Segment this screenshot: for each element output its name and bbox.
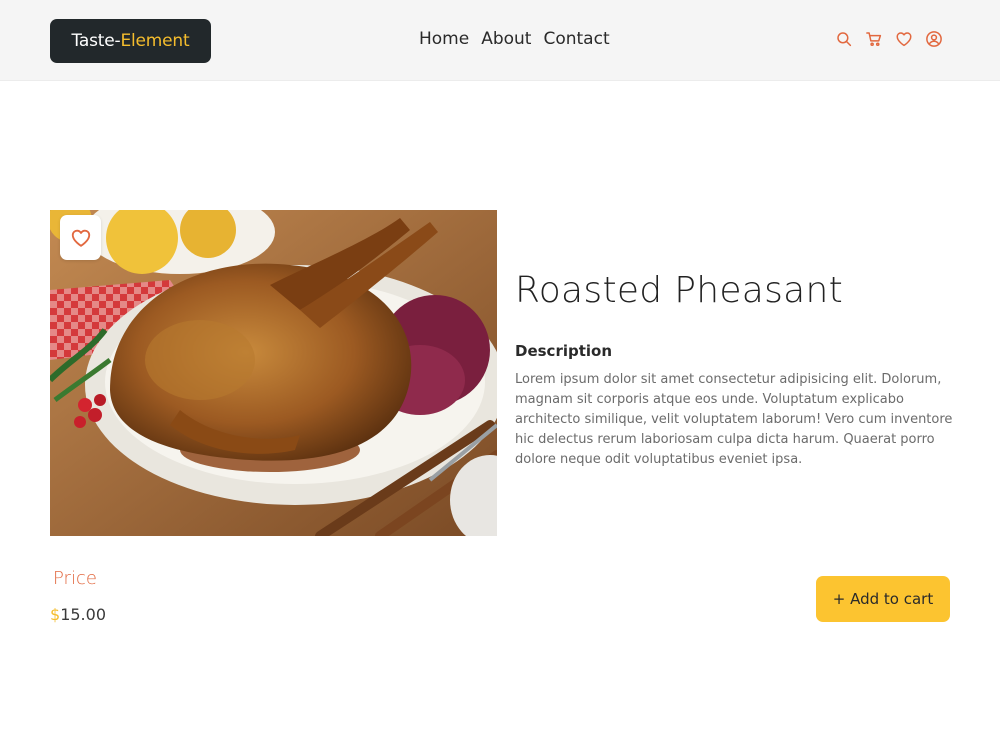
cart-icon[interactable] xyxy=(864,30,883,49)
product-image xyxy=(50,210,497,536)
header-icons xyxy=(834,28,943,50)
heart-outline-icon xyxy=(71,229,90,247)
product-description: Lorem ipsum dolor sit amet consectetur a… xyxy=(515,372,953,467)
favorite-button[interactable] xyxy=(60,215,101,260)
price-label: Price xyxy=(53,568,97,589)
nav-home-link[interactable]: Home xyxy=(419,29,469,51)
search-icon[interactable] xyxy=(834,30,853,49)
price-value: $15.00 xyxy=(50,605,106,624)
site-header: Taste- Element Home About Contact xyxy=(0,0,1000,81)
brand-name-part2: Element xyxy=(120,31,190,51)
nav-contact-link[interactable]: Contact xyxy=(543,29,609,51)
nav-about-link[interactable]: About xyxy=(481,29,531,51)
brand-logo[interactable]: Taste- Element xyxy=(50,19,211,63)
price-currency: $ xyxy=(50,605,61,624)
heart-icon[interactable] xyxy=(894,30,913,49)
description-heading: Description xyxy=(515,342,613,360)
user-icon[interactable] xyxy=(924,30,943,49)
add-to-cart-button[interactable]: + Add to cart xyxy=(816,576,950,622)
product-title: Roasted Pheasant xyxy=(515,270,844,311)
main-nav: Home About Contact xyxy=(419,29,610,51)
brand-name-part1: Taste- xyxy=(71,31,121,51)
price-amount: 15.00 xyxy=(60,605,106,624)
